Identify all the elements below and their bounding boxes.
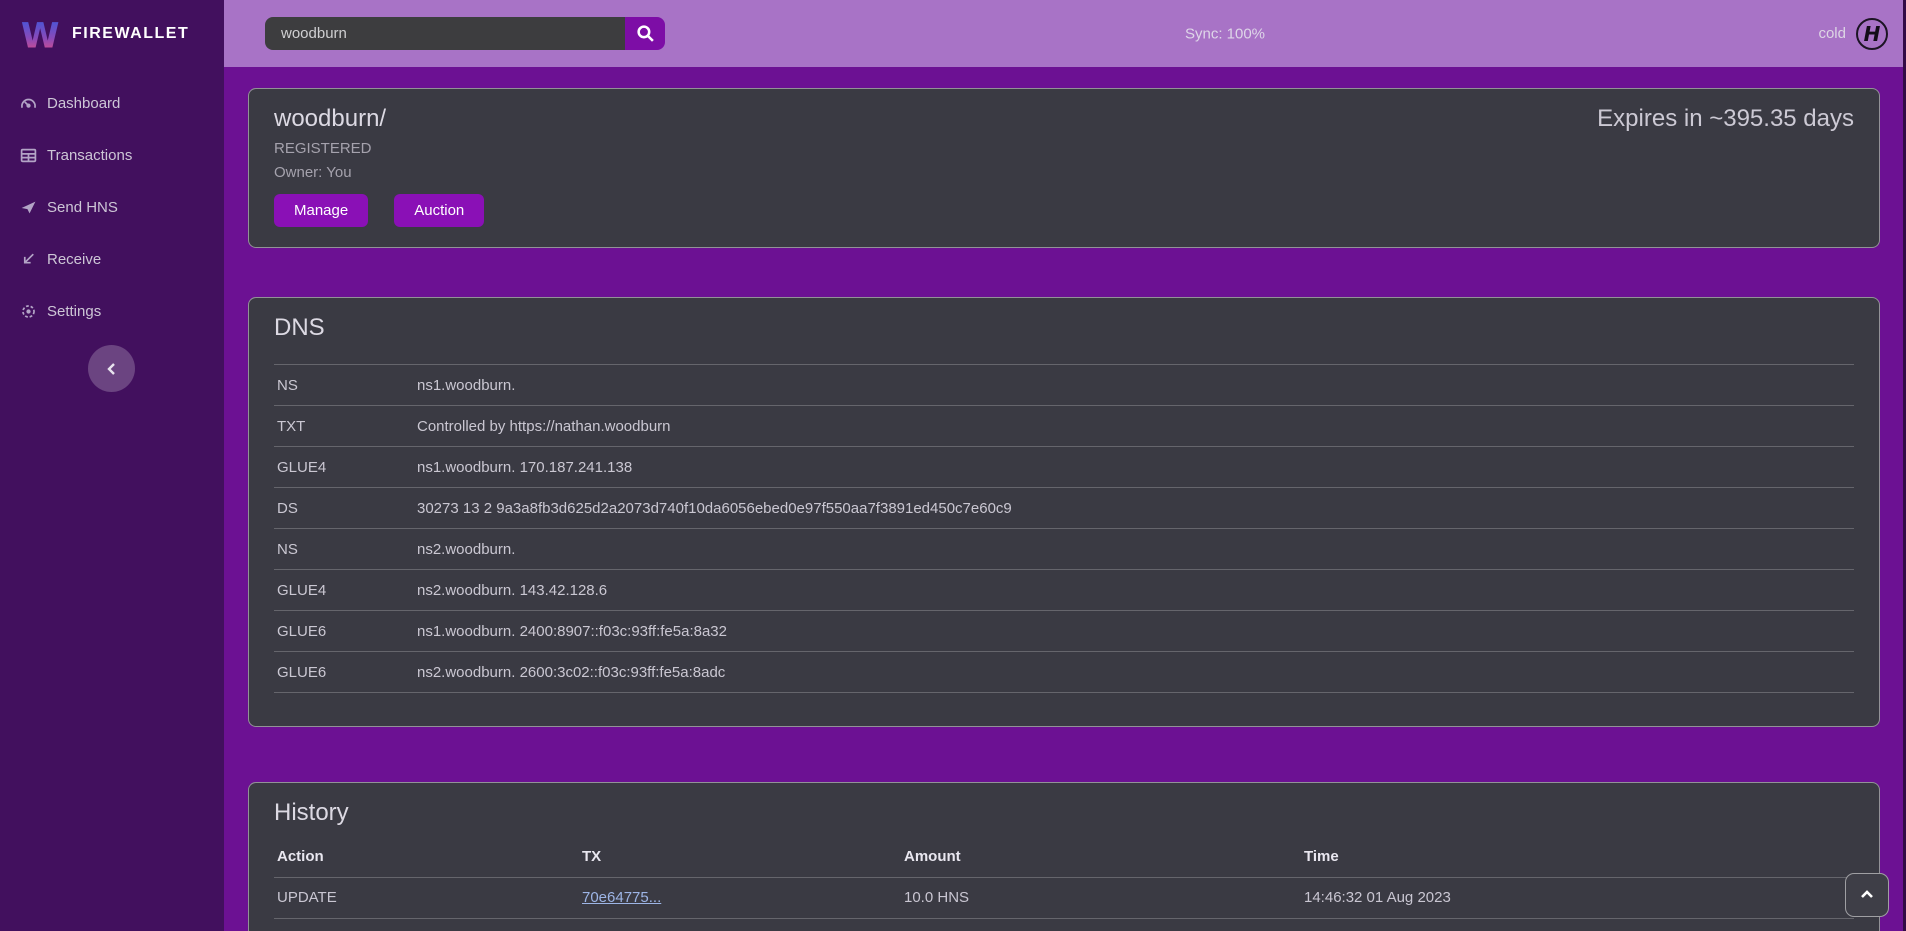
domain-title: woodburn/ xyxy=(274,105,386,133)
history-header-row: Action TX Amount Time xyxy=(274,837,1854,877)
dns-record-type: GLUE4 xyxy=(274,447,414,488)
history-amount: 10.0 HNS xyxy=(901,918,1301,931)
dns-record-value: ns1.woodburn. 170.187.241.138 xyxy=(414,447,1854,488)
send-icon xyxy=(20,199,37,216)
auction-button[interactable]: Auction xyxy=(394,194,484,227)
dns-record-row: GLUE4 ns1.woodburn. 170.187.241.138 xyxy=(274,447,1854,488)
sidebar-item-label: Dashboard xyxy=(47,95,120,112)
sidebar-collapse-button[interactable] xyxy=(88,345,135,392)
chevron-left-icon xyxy=(105,362,119,376)
search-group xyxy=(265,17,665,50)
dns-record-value: ns1.woodburn. 2400:8907::f03c:93ff:fe5a:… xyxy=(414,611,1854,652)
main-content: woodburn/ Expires in ~395.35 days REGIST… xyxy=(224,67,1906,931)
wallet-group[interactable]: cold H xyxy=(1818,18,1906,50)
brand[interactable]: W FIREWALLET xyxy=(0,0,224,67)
history-table: Action TX Amount Time UPDATE 70e64775...… xyxy=(274,837,1854,931)
dns-record-type: NS xyxy=(274,529,414,570)
dns-record-type: GLUE4 xyxy=(274,570,414,611)
search-button[interactable] xyxy=(625,17,665,50)
history-row: RENEW 476e4a1... 10.0 HNS 15:47:36 07 Fe… xyxy=(274,918,1854,931)
gear-icon xyxy=(20,303,37,320)
receive-arrow-icon xyxy=(20,251,37,268)
history-action: RENEW xyxy=(274,918,579,931)
dns-record-row: NS ns1.woodburn. xyxy=(274,365,1854,406)
brand-name: FIREWALLET xyxy=(72,25,189,43)
sidebar-item-transactions[interactable]: Transactions xyxy=(0,129,224,181)
dns-table: NS ns1.woodburn. TXT Controlled by https… xyxy=(274,364,1854,693)
sidebar-item-label: Receive xyxy=(47,251,101,268)
domain-owner: Owner: You xyxy=(274,164,1854,181)
dns-record-value: ns1.woodburn. xyxy=(414,365,1854,406)
history-header-action: Action xyxy=(274,837,579,877)
sidebar-item-label: Send HNS xyxy=(47,199,118,216)
dns-record-row: GLUE6 ns1.woodburn. 2400:8907::f03c:93ff… xyxy=(274,611,1854,652)
dns-record-type: GLUE6 xyxy=(274,611,414,652)
dns-record-row: GLUE6 ns2.woodburn. 2600:3c02::f03c:93ff… xyxy=(274,652,1854,693)
dns-record-row: TXT Controlled by https://nathan.woodbur… xyxy=(274,406,1854,447)
topbar: Sync: 100% cold H xyxy=(224,0,1906,67)
history-amount: 10.0 HNS xyxy=(901,877,1301,918)
table-icon xyxy=(20,147,37,164)
wallet-name: cold xyxy=(1818,25,1846,42)
sidebar-item-label: Settings xyxy=(47,303,101,320)
sidebar-item-settings[interactable]: Settings xyxy=(0,285,224,337)
sidebar-item-send-hns[interactable]: Send HNS xyxy=(0,181,224,233)
dns-record-value: 30273 13 2 9a3a8fb3d625d2a2073d740f10da6… xyxy=(414,488,1854,529)
dns-record-type: NS xyxy=(274,365,414,406)
dns-record-value: ns2.woodburn. 2600:3c02::f03c:93ff:fe5a:… xyxy=(414,652,1854,693)
sidebar-nav: Dashboard Transactions Send HNS Receive … xyxy=(0,67,224,337)
history-header-amount: Amount xyxy=(901,837,1301,877)
dns-record-value: Controlled by https://nathan.woodburn xyxy=(414,406,1854,447)
sync-status: Sync: 100% xyxy=(1185,25,1265,42)
history-card: History Action TX Amount Time UPDATE 70e… xyxy=(248,782,1880,931)
handshake-icon[interactable]: H xyxy=(1856,18,1888,50)
gauge-icon xyxy=(20,95,37,112)
dns-record-type: TXT xyxy=(274,406,414,447)
history-time: 14:46:32 01 Aug 2023 xyxy=(1301,877,1854,918)
manage-button[interactable]: Manage xyxy=(274,194,368,227)
dns-record-value: ns2.woodburn. xyxy=(414,529,1854,570)
dns-record-type: GLUE6 xyxy=(274,652,414,693)
search-icon xyxy=(636,24,655,43)
dns-record-value: ns2.woodburn. 143.42.128.6 xyxy=(414,570,1854,611)
history-header-time: Time xyxy=(1301,837,1854,877)
dns-title: DNS xyxy=(274,314,1854,342)
firewallet-logo-icon: W xyxy=(20,12,60,56)
domain-expiry: Expires in ~395.35 days xyxy=(1597,105,1854,133)
svg-text:W: W xyxy=(21,16,60,56)
search-input[interactable] xyxy=(265,17,625,50)
sidebar: W FIREWALLET Dashboard Transactions Send… xyxy=(0,0,224,931)
history-header-tx: TX xyxy=(579,837,901,877)
history-title: History xyxy=(274,799,1854,827)
tx-link[interactable]: 70e64775... xyxy=(582,889,661,906)
dns-card: DNS NS ns1.woodburn. TXT Controlled by h… xyxy=(248,297,1880,727)
history-row: UPDATE 70e64775... 10.0 HNS 14:46:32 01 … xyxy=(274,877,1854,918)
domain-card: woodburn/ Expires in ~395.35 days REGIST… xyxy=(248,88,1880,248)
history-time: 15:47:36 07 Feb 2023 xyxy=(1301,918,1854,931)
dns-record-type: DS xyxy=(274,488,414,529)
scroll-to-top-button[interactable] xyxy=(1845,873,1889,917)
dns-record-row: GLUE4 ns2.woodburn. 143.42.128.6 xyxy=(274,570,1854,611)
dns-record-row: NS ns2.woodburn. xyxy=(274,529,1854,570)
sidebar-item-dashboard[interactable]: Dashboard xyxy=(0,77,224,129)
sidebar-item-label: Transactions xyxy=(47,147,132,164)
domain-status: REGISTERED xyxy=(274,140,1854,157)
dns-record-row: DS 30273 13 2 9a3a8fb3d625d2a2073d740f10… xyxy=(274,488,1854,529)
sidebar-item-receive[interactable]: Receive xyxy=(0,233,224,285)
chevron-up-icon xyxy=(1859,887,1875,903)
history-action: UPDATE xyxy=(274,877,579,918)
